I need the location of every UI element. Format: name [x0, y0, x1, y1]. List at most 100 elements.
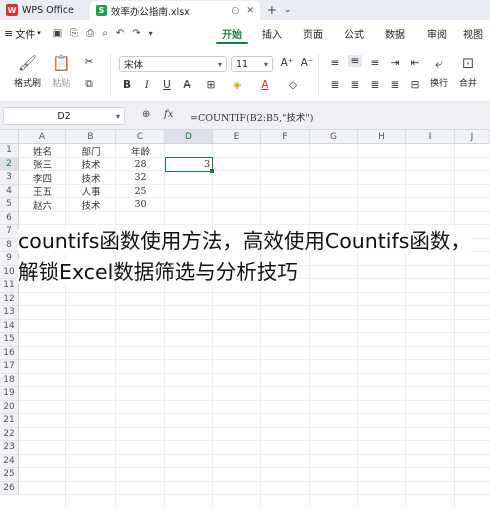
- cell-a3[interactable]: 李四: [19, 171, 66, 185]
- increase-font-icon[interactable]: A⁺: [280, 57, 294, 69]
- column-header-d[interactable]: D: [165, 130, 213, 144]
- column-header-c[interactable]: C: [116, 130, 165, 144]
- tab-list-chevron-icon[interactable]: ⌄: [284, 0, 292, 20]
- row-header-26[interactable]: 26: [0, 481, 19, 495]
- wps-home-tab[interactable]: W WPS Office: [0, 0, 82, 20]
- row-header-15[interactable]: 15: [0, 333, 19, 347]
- italic-icon[interactable]: I: [140, 79, 154, 91]
- select-all-corner[interactable]: [0, 130, 19, 144]
- row-header-20[interactable]: 20: [0, 400, 19, 414]
- row-header-5[interactable]: 5: [0, 198, 19, 212]
- paste-button[interactable]: 📋 粘贴: [52, 54, 71, 89]
- distribute-icon[interactable]: ⊟: [408, 79, 422, 91]
- wrap-text-button[interactable]: ⤶ 换行: [430, 54, 448, 89]
- align-center-icon[interactable]: ≣: [348, 79, 362, 91]
- clear-format-icon[interactable]: ◇: [286, 79, 300, 91]
- print-preview-icon[interactable]: ⌕: [102, 28, 108, 39]
- column-header-b[interactable]: B: [66, 130, 116, 144]
- redo-icon[interactable]: ↷: [132, 28, 140, 39]
- file-menu[interactable]: ≡ 文件 ▾: [4, 26, 41, 41]
- column-header-j[interactable]: J: [455, 130, 490, 144]
- bold-icon[interactable]: B: [120, 79, 134, 91]
- save-icon[interactable]: ▣: [53, 28, 62, 39]
- justify-icon[interactable]: ≣: [388, 79, 402, 91]
- document-tab[interactable]: S 效率办公指南.xlsx ○ ✕: [89, 1, 260, 20]
- decrease-font-icon[interactable]: A⁻: [300, 57, 314, 69]
- close-tab-icon[interactable]: ✕: [246, 6, 254, 16]
- row-header-23[interactable]: 23: [0, 441, 19, 455]
- row-header-10[interactable]: 10: [0, 265, 19, 279]
- cell-c3[interactable]: 32: [116, 171, 165, 184]
- column-header-f[interactable]: F: [261, 130, 310, 144]
- merge-button[interactable]: ⊡ 合并: [459, 54, 477, 89]
- row-header-24[interactable]: 24: [0, 454, 19, 468]
- export-pdf-icon[interactable]: ⎘: [70, 28, 78, 39]
- tab-page[interactable]: 页面: [292, 20, 334, 46]
- format-painter-button[interactable]: 🖌 格式刷: [14, 54, 41, 89]
- row-header-14[interactable]: 14: [0, 319, 19, 333]
- row-header-7[interactable]: 7: [0, 225, 19, 239]
- cell-b5[interactable]: 技术: [66, 198, 116, 212]
- row-header-18[interactable]: 18: [0, 373, 19, 387]
- copy-icon[interactable]: ⧉: [82, 78, 96, 91]
- tab-view[interactable]: 视图: [458, 20, 488, 46]
- row-header-25[interactable]: 25: [0, 468, 19, 482]
- row-header-16[interactable]: 16: [0, 346, 19, 360]
- align-left-icon[interactable]: ≣: [328, 79, 342, 91]
- row-header-6[interactable]: 6: [0, 211, 19, 225]
- cell-b3[interactable]: 技术: [66, 171, 116, 185]
- indent-increase-icon[interactable]: ⇥: [388, 57, 402, 69]
- row-header-8[interactable]: 8: [0, 238, 19, 252]
- column-header-i[interactable]: I: [406, 130, 455, 144]
- font-color-icon[interactable]: A: [258, 79, 272, 91]
- underline-icon[interactable]: U: [160, 79, 174, 91]
- row-header-1[interactable]: 1: [0, 144, 19, 158]
- font-size-select[interactable]: 11 ▾: [231, 56, 273, 72]
- row-header-22[interactable]: 22: [0, 427, 19, 441]
- fill-color-icon[interactable]: ◈: [230, 79, 244, 91]
- tab-review[interactable]: 审阅: [416, 20, 458, 46]
- cell-b2[interactable]: 技术: [66, 158, 116, 171]
- cell-c1[interactable]: 年龄: [116, 144, 165, 158]
- row-header-2[interactable]: 2: [0, 157, 19, 171]
- cell-b4[interactable]: 人事: [66, 185, 116, 198]
- row-header-4[interactable]: 4: [0, 184, 19, 198]
- align-right-icon[interactable]: ≣: [368, 79, 382, 91]
- align-top-icon[interactable]: ≡: [328, 57, 342, 69]
- formula-input[interactable]: =COUNTIF(B2:B5,"技术"): [190, 110, 313, 124]
- pin-icon[interactable]: ○: [232, 6, 240, 16]
- cell-a4[interactable]: 王五: [19, 185, 66, 198]
- row-header-9[interactable]: 9: [0, 252, 19, 266]
- cell-a1[interactable]: 姓名: [19, 144, 66, 158]
- more-chevron-icon[interactable]: ▾: [149, 29, 153, 38]
- border-icon[interactable]: ⊞: [204, 79, 218, 91]
- column-header-h[interactable]: H: [358, 130, 406, 144]
- strikethrough-icon[interactable]: A̶: [180, 79, 194, 91]
- cell-b1[interactable]: 部门: [66, 144, 116, 158]
- row-header-3[interactable]: 3: [0, 171, 19, 185]
- row-header-11[interactable]: 11: [0, 279, 19, 293]
- row-header-12[interactable]: 12: [0, 292, 19, 306]
- print-icon[interactable]: ⎙: [86, 28, 94, 39]
- cell-c5[interactable]: 30: [116, 198, 165, 211]
- spreadsheet-grid[interactable]: ABCDEFGHIJ 1 2 3 4 5 6 7 8 9 10 11 12 13 14 15 16 17 18 19…: [0, 130, 490, 509]
- column-header-g[interactable]: G: [310, 130, 358, 144]
- tab-insert[interactable]: 插入: [252, 20, 292, 46]
- tab-data[interactable]: 数据: [374, 20, 416, 46]
- font-name-select[interactable]: 宋体 ▾: [119, 56, 227, 72]
- cut-icon[interactable]: ✂: [82, 56, 96, 68]
- align-bottom-icon[interactable]: ≡: [368, 57, 382, 69]
- tab-home[interactable]: 开始: [212, 20, 252, 46]
- cell-d2[interactable]: 3: [165, 158, 213, 171]
- column-header-e[interactable]: E: [213, 130, 261, 144]
- tab-formula[interactable]: 公式: [334, 20, 374, 46]
- undo-icon[interactable]: ↶: [116, 28, 124, 39]
- row-header-13[interactable]: 13: [0, 306, 19, 320]
- cell-a2[interactable]: 张三: [19, 158, 66, 171]
- row-header-17[interactable]: 17: [0, 360, 19, 374]
- fx-icon[interactable]: fx: [164, 109, 173, 120]
- name-box[interactable]: D2 ▾: [3, 107, 125, 125]
- new-tab-icon[interactable]: +: [267, 0, 277, 20]
- align-middle-icon[interactable]: ≡: [348, 55, 362, 67]
- row-header-19[interactable]: 19: [0, 387, 19, 401]
